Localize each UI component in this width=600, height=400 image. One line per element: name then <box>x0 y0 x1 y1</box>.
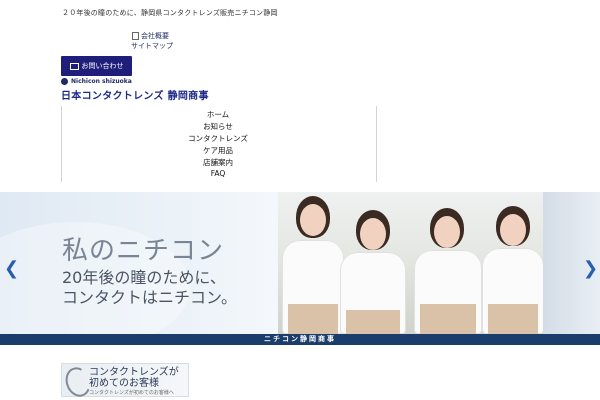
company-info-link[interactable]: 会社概要 <box>132 31 169 41</box>
hero-slider[interactable]: 私のニチコン 20年後の瞳のために、 コンタクトはニチコン。 ❮ ❯ <box>0 192 600 334</box>
nav-item-home[interactable]: ホーム <box>61 109 375 120</box>
nav-item-news[interactable]: お知らせ <box>61 121 375 132</box>
logo[interactable]: Nichicon shizuoka <box>61 78 132 85</box>
logo-ja-text[interactable]: 日本コンタクトレンズ 静岡商事 <box>61 87 209 102</box>
contact-button[interactable]: お問い合わせ <box>61 56 132 76</box>
sitemap-link[interactable]: サイトマップ <box>131 41 173 51</box>
chevron-left-icon[interactable]: ❮ <box>4 258 19 279</box>
document-icon <box>132 32 139 40</box>
staff-figure <box>336 206 408 334</box>
hero-subheading-line2: コンタクトはニチコン。 <box>62 288 238 307</box>
hero-photo <box>278 192 546 334</box>
first-time-card-line1: コンタクトレンズが <box>89 367 179 378</box>
hero-subheading: 20年後の瞳のために、 コンタクトはニチコン。 <box>62 268 237 308</box>
hero-heading: 私のニチコン <box>62 236 225 266</box>
staff-figure <box>480 202 546 334</box>
first-time-card-line2: 初めてのお客様 <box>89 378 159 389</box>
logo-en-text: Nichicon shizuoka <box>71 78 132 85</box>
nav-item-faq[interactable]: FAQ <box>61 169 375 178</box>
logo-mark-icon <box>61 78 68 85</box>
chevron-right-icon[interactable]: ❯ <box>583 258 598 279</box>
first-time-customer-card[interactable]: コンタクトレンズが 初めてのお客様 コンタクトレンズが初めてのお客様へ <box>61 363 189 400</box>
site-tagline: ２０年後の瞳のために、静岡県コンタクトレンズ販売ニチコン静岡 <box>62 9 278 17</box>
nav-item-contact-lens[interactable]: コンタクトレンズ <box>61 133 375 144</box>
staff-figure <box>410 204 484 334</box>
hero-banner: ニチコン静岡商事 <box>0 334 600 345</box>
first-time-card-title: コンタクトレンズが 初めてのお客様 <box>89 367 179 389</box>
first-time-card-caption: コンタクトレンズが初めてのお客様へ <box>89 390 174 396</box>
sitemap-label: サイトマップ <box>131 42 173 50</box>
company-info-label: 会社概要 <box>141 32 169 40</box>
nav-item-stores[interactable]: 店舗案内 <box>61 157 375 168</box>
hero-subheading-line1: 20年後の瞳のために、 <box>62 268 226 287</box>
mail-icon <box>69 62 79 70</box>
contact-button-label: お問い合わせ <box>81 62 124 70</box>
nav-item-care[interactable]: ケア用品 <box>61 145 375 156</box>
